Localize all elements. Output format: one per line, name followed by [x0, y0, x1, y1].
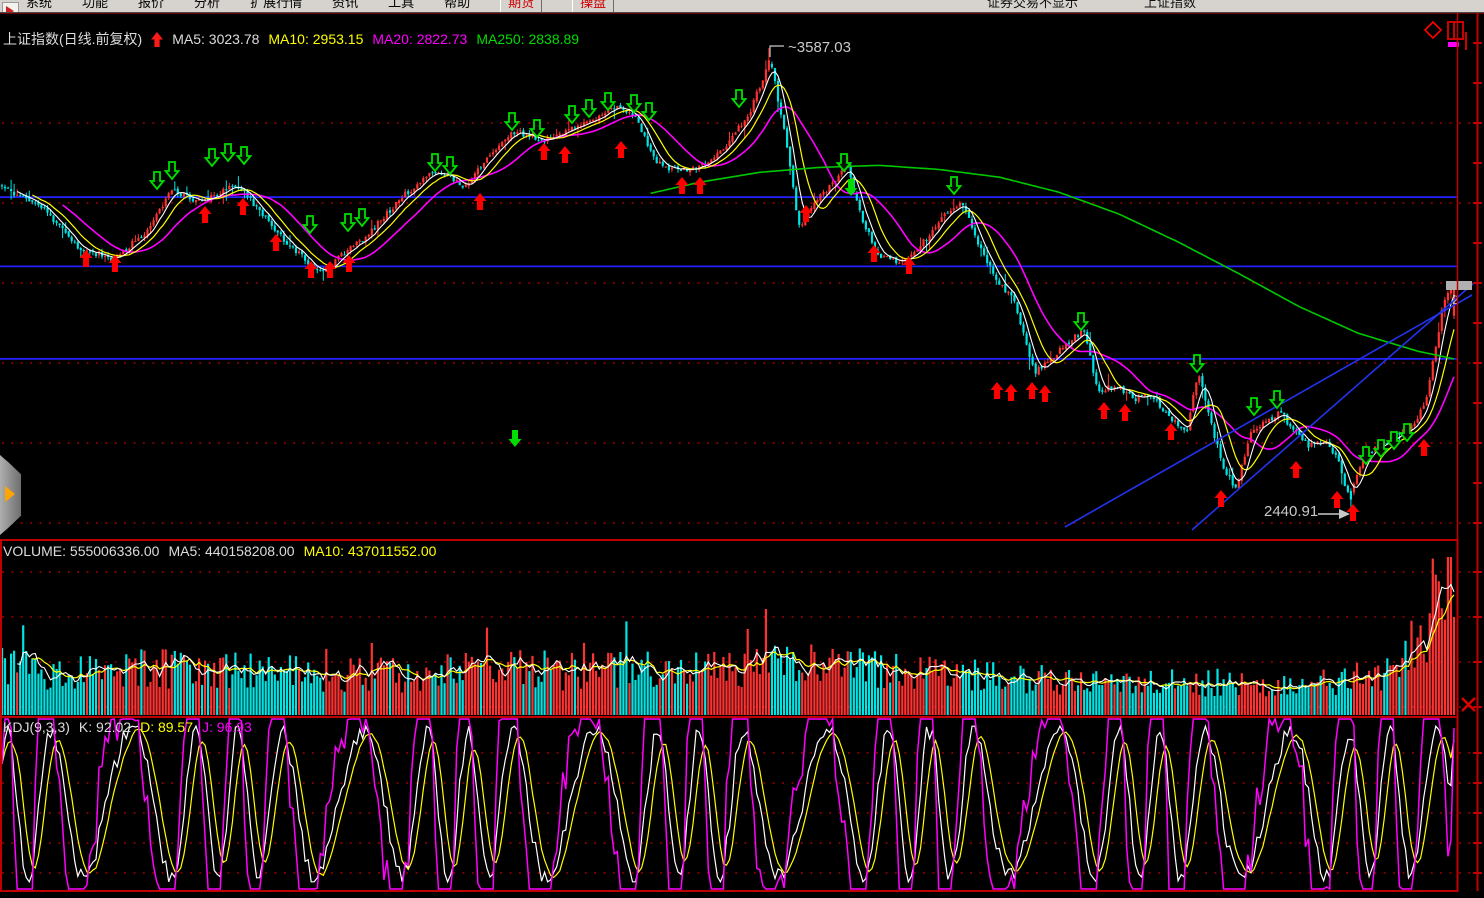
low-price-annotation: 2440.91 — [1264, 503, 1318, 520]
buy-signal-arrow — [199, 206, 212, 223]
sell-signal-arrow — [206, 149, 219, 166]
buy-signal-arrow — [538, 143, 551, 160]
trading-app-window: { "menu_bar": { "items": [ {"label": "系统… — [0, 0, 1484, 893]
sell-signal-arrow — [583, 100, 596, 117]
menu-item-7[interactable]: 帮助 — [444, 0, 470, 11]
buy-signal-arrow — [1290, 461, 1303, 478]
kdj-d-value: D: 89.57 — [140, 719, 193, 735]
sell-signal-arrow — [1075, 313, 1088, 330]
price-chart-canvas[interactable]: 2 — [0, 12, 1484, 893]
sell-signal-arrow — [166, 162, 179, 179]
kdj-pane-header: KDJ(9,3,3) K: 92.02 D: 89.57 J: 96.93 — [3, 719, 252, 735]
menu-item-2[interactable]: 报价 — [138, 0, 164, 11]
sell-signal-arrow — [151, 172, 164, 189]
buy-signal-arrow — [1005, 384, 1018, 401]
menu-right-status: 证券交易不显示 上证指数 — [987, 0, 1484, 11]
kdj-j-value: J: 96.93 — [202, 719, 252, 735]
diamond-icon[interactable] — [1425, 22, 1441, 38]
sell-signal-arrow — [1248, 398, 1261, 415]
buy-signal-arrow — [80, 250, 93, 267]
buy-signal-arrow — [1026, 382, 1039, 399]
ma250-value: MA250: 2838.89 — [476, 31, 579, 47]
sell-signal-arrow — [506, 113, 519, 130]
menu-item-6[interactable]: 工具 — [388, 0, 414, 11]
sell-signal-arrow — [1271, 391, 1284, 408]
buy-signal-arrow — [1418, 439, 1431, 456]
ma5-value: MA5: 3023.78 — [172, 31, 259, 47]
volume-ma10-value: MA10: 437011552.00 — [304, 543, 437, 559]
buy-signal-arrow — [1165, 423, 1178, 440]
sell-signal-arrow — [602, 93, 615, 110]
sell-signal-arrow — [238, 147, 251, 164]
buy-signal-arrow — [1347, 504, 1360, 521]
kdj-k-value: K: 92.02 — [79, 719, 131, 735]
menu-item-5[interactable]: 资讯 — [332, 0, 358, 11]
ma20-value: MA20: 2822.73 — [372, 31, 467, 47]
chart-area[interactable]: 2 — [0, 12, 1484, 893]
top-menu-bar: 系统 功能 报价 分析 扩展行情 资讯 工具 帮助 期货 操盘 证券交易不显示 上证指数 — [0, 0, 1484, 13]
sell-signal-arrow — [1388, 432, 1401, 449]
status-text: 证券交易不显示 — [987, 0, 1078, 11]
buy-signal-arrow — [270, 234, 283, 251]
sell-signal-arrow — [733, 90, 746, 107]
buy-signal-arrow — [615, 141, 628, 158]
sell-signal-arrow — [356, 209, 369, 226]
peak-price-annotation: ~3587.03 — [788, 39, 851, 56]
expand-arrow-icon — [5, 486, 15, 502]
menu-row: 系统 功能 报价 分析 扩展行情 资讯 工具 帮助 期货 操盘 证券交易不显示 上证指数 — [0, 0, 1484, 12]
red-up-arrow-icon — [151, 32, 163, 47]
buy-signal-arrow — [1331, 491, 1344, 508]
sell-signal-arrow — [429, 154, 442, 171]
volume-value: VOLUME: 555006336.00 — [3, 543, 159, 559]
buy-signal-arrow — [1098, 402, 1111, 419]
ma10-value: MA10: 2953.15 — [268, 31, 363, 47]
sell-signal-arrow — [342, 214, 355, 231]
buy-signal-arrow — [559, 146, 572, 163]
sell-signal-arrow — [444, 157, 457, 174]
last-price-marker — [1446, 281, 1472, 290]
sell-signal-arrow-solid — [509, 430, 522, 447]
buy-signal-arrow — [1215, 490, 1228, 507]
sell-signal-arrow — [222, 144, 235, 161]
volume-ma5-value: MA5: 440158208.00 — [168, 543, 294, 559]
menu-item-4[interactable]: 扩展行情 — [250, 0, 302, 11]
sell-signal-arrow — [948, 177, 961, 194]
menu-item-3[interactable]: 分析 — [194, 0, 220, 11]
buy-signal-arrow — [474, 193, 487, 210]
volume-pane-header: VOLUME: 555006336.00 MA5: 440158208.00 M… — [3, 543, 436, 559]
main-chart-header: 上证指数(日线.前复权) MA5: 3023.78 MA10: 2953.15 … — [3, 29, 579, 49]
buy-signal-arrow — [800, 205, 813, 222]
chart-title: 上证指数(日线.前复权) — [3, 29, 142, 49]
menu-hot-item-0[interactable]: 期货 — [500, 0, 542, 13]
menu-hot-item-1[interactable]: 操盘 — [572, 0, 614, 13]
sell-signal-arrow — [838, 154, 851, 171]
kdj-name: KDJ(9,3,3) — [3, 719, 70, 735]
menu-item-1[interactable]: 功能 — [82, 0, 108, 11]
buy-signal-arrow — [1039, 385, 1052, 402]
sell-signal-arrow — [1191, 355, 1204, 372]
buy-signal-arrow — [991, 382, 1004, 399]
sell-signal-arrow — [566, 106, 579, 123]
buy-signal-arrow — [694, 177, 707, 194]
menu-item-0[interactable]: 系统 — [26, 0, 52, 11]
symbol-name-text: 上证指数 — [1144, 0, 1196, 11]
buy-signal-arrow — [237, 198, 250, 215]
kdj-pane-close-icon[interactable] — [1462, 698, 1475, 711]
buy-signal-arrow — [1119, 404, 1132, 421]
